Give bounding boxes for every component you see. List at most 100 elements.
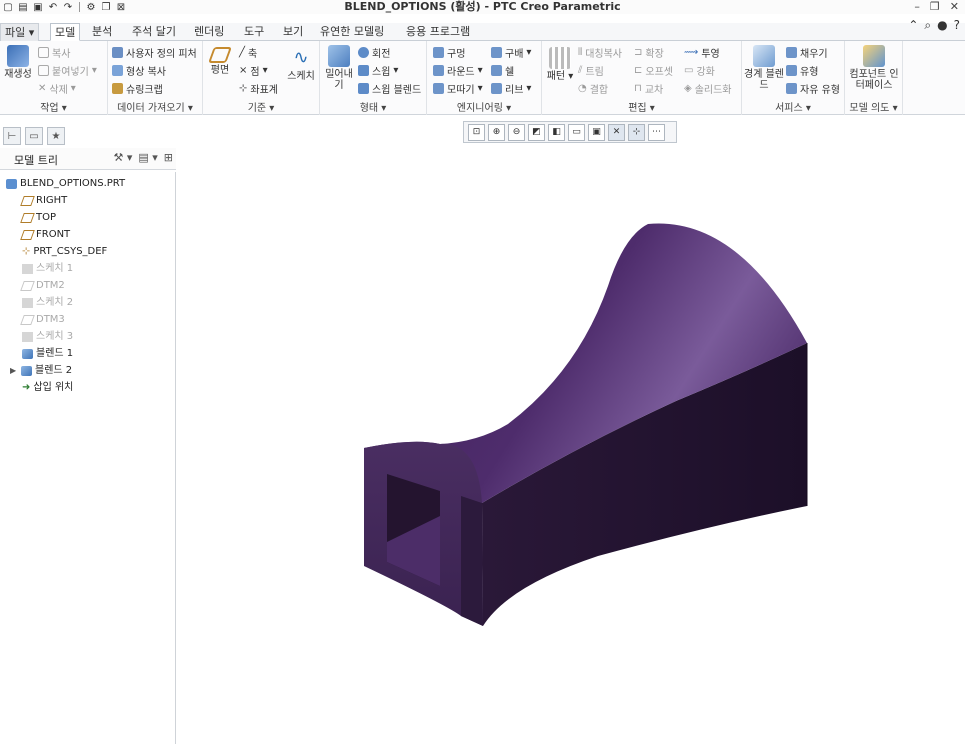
- hole-button[interactable]: 구멍: [433, 45, 465, 60]
- tab-model[interactable]: 모델: [50, 23, 81, 41]
- filter-icon[interactable]: ⊞: [164, 151, 173, 164]
- plane-button[interactable]: 평면: [205, 47, 235, 76]
- help-icon[interactable]: ?: [954, 18, 960, 33]
- fill-button[interactable]: 채우기: [786, 45, 828, 60]
- udf-icon: [112, 47, 123, 58]
- intersect-button[interactable]: ⊓ 교차: [634, 81, 663, 96]
- tab-file[interactable]: 파일 ▾: [0, 23, 40, 41]
- tree-item-top[interactable]: TOP: [20, 210, 56, 226]
- user-defined-feature-button[interactable]: 사용자 정의 피처: [112, 45, 197, 60]
- solidify-button[interactable]: ◈ 솔리드화: [684, 81, 732, 96]
- display-style-icon[interactable]: ◧: [548, 123, 565, 141]
- tree-item-sketch-1[interactable]: 스케치 1: [22, 261, 73, 277]
- folder-browser-tab-icon[interactable]: ▭: [25, 127, 43, 145]
- close-icon[interactable]: ✕: [950, 0, 959, 14]
- model-tree-tab-icon[interactable]: ⊢: [3, 127, 21, 145]
- mirror-button[interactable]: ⫴ 대칭복사: [578, 45, 622, 60]
- tree-item-front[interactable]: FRONT: [20, 227, 70, 243]
- tab-view[interactable]: 보기: [279, 23, 307, 41]
- copy-geometry-icon: [112, 65, 123, 76]
- tree-item-insert-here[interactable]: ➜ 삽입 위치: [22, 380, 73, 396]
- shrinkwrap-button[interactable]: 슈링크랩: [112, 81, 163, 96]
- copy-geometry-button[interactable]: 형상 복사: [112, 63, 166, 78]
- copy-button[interactable]: 복사: [38, 45, 70, 60]
- csys-button[interactable]: ⊹ 좌표계: [239, 81, 278, 96]
- extrude-button[interactable]: 밀어내기: [322, 45, 356, 91]
- hole-icon: [433, 47, 444, 58]
- tree-item-dtm2[interactable]: DTM2: [20, 278, 65, 294]
- tab-tools[interactable]: 도구: [240, 23, 268, 41]
- refit-icon[interactable]: ⊡: [468, 123, 485, 141]
- repaint-icon[interactable]: ◩: [528, 123, 545, 141]
- favorites-tab-icon[interactable]: ★: [47, 127, 65, 145]
- tab-analysis[interactable]: 분석: [88, 23, 116, 41]
- delete-button[interactable]: ✕ 삭제 ▾: [38, 81, 76, 96]
- style-button[interactable]: 유형: [786, 63, 818, 78]
- offset-button[interactable]: ⊏ 오프셋: [634, 63, 673, 78]
- tree-item-right[interactable]: RIGHT: [20, 193, 67, 209]
- shell-button[interactable]: 쉘: [491, 63, 514, 78]
- freestyle-button[interactable]: 자유 유형: [786, 81, 840, 96]
- tree-item-sketch-3[interactable]: 스케치 3: [22, 329, 73, 345]
- graphics-window[interactable]: [178, 146, 965, 744]
- tree-item-blend-2[interactable]: ▶ 블렌드 2: [10, 363, 72, 379]
- settings-icon[interactable]: ⚒ ▾: [113, 151, 132, 164]
- extend-button[interactable]: ⊐ 확장: [634, 45, 664, 60]
- pattern-button[interactable]: 패턴 ▾: [544, 47, 576, 82]
- zoom-in-icon[interactable]: ⊕: [488, 123, 505, 141]
- blend-icon: [22, 349, 33, 359]
- tree-item-sketch-2[interactable]: 스케치 2: [22, 295, 73, 311]
- project-button[interactable]: ⟿ 투영: [684, 45, 720, 60]
- blend-icon: [21, 366, 32, 376]
- tab-applications[interactable]: 응용 프로그램: [402, 23, 474, 41]
- annotation-display-icon[interactable]: ⋯: [648, 123, 665, 141]
- view-manager-icon[interactable]: ▣: [588, 123, 605, 141]
- tab-annotate[interactable]: 주석 달기: [128, 23, 180, 41]
- collapse-ribbon-icon[interactable]: ⌃: [908, 18, 918, 33]
- spin-center-icon[interactable]: ⊹: [628, 123, 645, 141]
- solidify-icon: ◈: [684, 83, 692, 94]
- graphics-toolbar: ⊡ ⊕ ⊖ ◩ ◧ ▭ ▣ ✕ ⊹ ⋯: [463, 121, 677, 143]
- swept-blend-icon: [358, 83, 369, 94]
- trim-button[interactable]: ⫽ 트림: [578, 63, 604, 78]
- paste-button[interactable]: 붙여넣기 ▾: [38, 63, 97, 78]
- community-icon[interactable]: ●: [937, 18, 947, 33]
- point-button[interactable]: × 점 ▾: [239, 63, 268, 78]
- tree-item-blend-1[interactable]: 블렌드 1: [22, 346, 73, 362]
- draft-button[interactable]: 구배 ▾: [491, 45, 531, 60]
- saved-orientations-icon[interactable]: ▭: [568, 123, 585, 141]
- mirror-icon: ⫴: [578, 47, 583, 58]
- rib-button[interactable]: 리브 ▾: [491, 81, 531, 96]
- part-icon: [6, 179, 17, 189]
- regenerate-button[interactable]: 재생성: [2, 45, 34, 80]
- minimize-icon[interactable]: –: [914, 0, 920, 14]
- merge-button[interactable]: ◔ 결합: [578, 81, 608, 96]
- zoom-out-icon[interactable]: ⊖: [508, 123, 525, 141]
- show-icon[interactable]: ▤ ▾: [138, 151, 157, 164]
- group-label: 데이터 가져오기 ▾: [117, 103, 193, 114]
- revolve-button[interactable]: 회전: [358, 45, 390, 60]
- expand-icon[interactable]: ▶: [10, 363, 18, 379]
- sweep-button[interactable]: 스윕 ▾: [358, 63, 398, 78]
- tree-item-dtm3[interactable]: DTM3: [20, 312, 65, 328]
- component-interface-icon: [863, 45, 885, 67]
- paste-icon: [38, 65, 49, 76]
- chamfer-button[interactable]: 모따기 ▾: [433, 81, 483, 96]
- datum-plane-icon: [20, 230, 35, 240]
- project-icon: ⟿: [684, 47, 699, 58]
- extend-icon: ⊐: [634, 47, 643, 58]
- tab-flexible-modeling[interactable]: 유연한 모델링: [316, 23, 388, 41]
- search-icon[interactable]: ⌕: [924, 18, 931, 33]
- axis-button[interactable]: ╱ 축: [239, 45, 257, 60]
- boundary-blend-button[interactable]: 경계 블렌드: [744, 45, 784, 91]
- datum-display-icon[interactable]: ✕: [608, 123, 625, 141]
- thicken-button[interactable]: ▭ 강화: [684, 63, 715, 78]
- sketch-button[interactable]: ∿ 스케치: [285, 47, 317, 82]
- tree-item-part[interactable]: BLEND_OPTIONS.PRT: [6, 176, 125, 192]
- tree-item-csys[interactable]: ⊹ PRT_CSYS_DEF: [22, 244, 107, 260]
- round-button[interactable]: 라운드 ▾: [433, 63, 483, 78]
- component-interface-button[interactable]: 컴포넌트 인터페이스: [847, 45, 901, 91]
- tab-render[interactable]: 렌더링: [190, 23, 228, 41]
- restore-icon[interactable]: ❐: [930, 0, 940, 14]
- swept-blend-button[interactable]: 스윕 블렌드: [358, 81, 421, 96]
